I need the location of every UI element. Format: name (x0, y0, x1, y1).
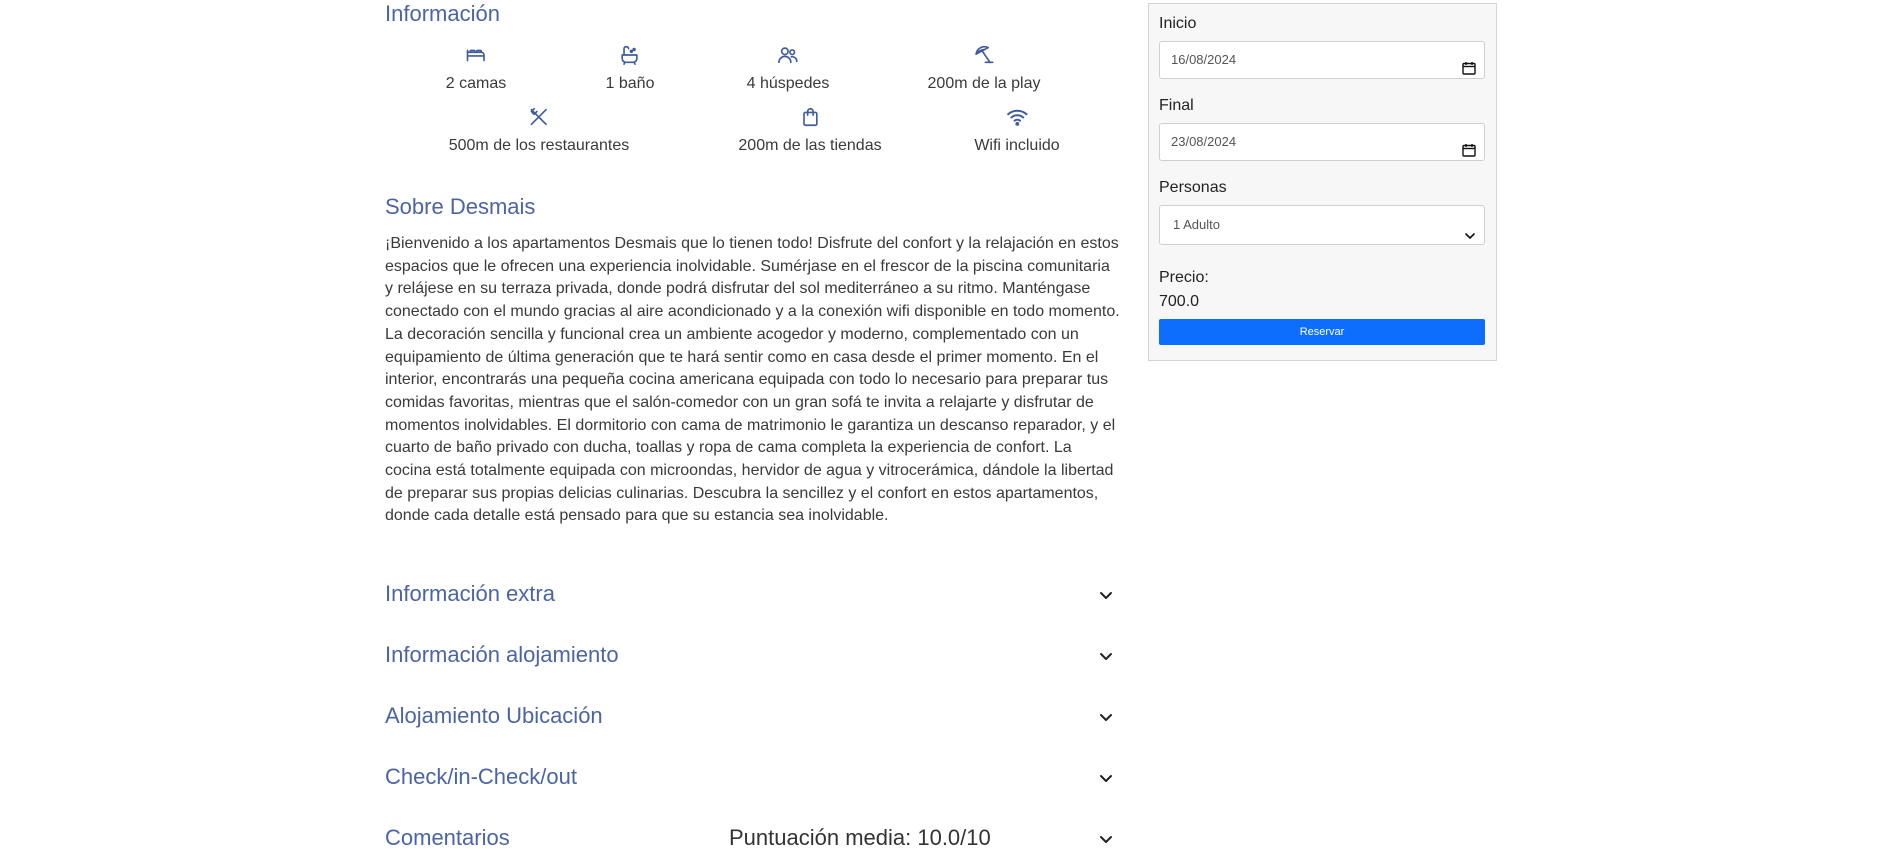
chevron-down-icon[interactable] (1098, 587, 1114, 603)
chevron-down-icon[interactable] (1098, 648, 1114, 664)
accordion-comments[interactable]: Comentarios Puntuación media: 10.0/10 (385, 825, 1120, 849)
persons-value: 1 Adulto (1173, 217, 1220, 232)
amenity-beach: 200m de la play (927, 43, 1041, 93)
start-date-value: 16/08/2024 (1171, 52, 1237, 67)
accordion-accommodation-info[interactable]: Información alojamiento (385, 642, 1120, 672)
average-rating: Puntuación media: 10.0/10 (729, 825, 991, 849)
accordion-extra-info-label: Información extra (385, 581, 555, 606)
amenity-beds-label: 2 camas (445, 75, 507, 92)
start-date-input[interactable]: 16/08/2024 (1159, 41, 1485, 79)
calendar-icon[interactable] (1462, 53, 1476, 75)
amenity-shops: 200m de las tiendas (738, 105, 882, 155)
accordion-extra-info[interactable]: Información extra (385, 581, 1120, 611)
persons-select[interactable]: 1 Adulto (1159, 205, 1485, 245)
chevron-down-icon[interactable] (1098, 709, 1114, 725)
amenity-wifi: Wifi incluido (974, 105, 1060, 155)
accordion-checkin-checkout-label: Check/in-Check/out (385, 764, 577, 789)
amenity-bath: 1 baño (605, 43, 655, 93)
end-date-input[interactable]: 23/08/2024 (1159, 123, 1485, 161)
chevron-down-icon[interactable] (1098, 770, 1114, 786)
amenity-beds: 2 camas (446, 43, 506, 93)
beach-umbrella-icon (972, 43, 996, 67)
amenity-restaurants: 500m de los restaurantes (448, 105, 630, 155)
end-date-value: 23/08/2024 (1171, 134, 1237, 149)
shopping-bag-icon (798, 105, 822, 129)
accordion-location-label: Alojamiento Ubicación (385, 703, 603, 728)
persons-label: Personas (1159, 179, 1227, 196)
accordion-checkin-checkout[interactable]: Check/in-Check/out (385, 764, 1120, 794)
bathtub-icon (618, 43, 642, 67)
price-value: 700.0 (1159, 293, 1200, 310)
restaurant-icon (527, 105, 551, 129)
chevron-down-icon (1464, 219, 1476, 239)
accordion-accommodation-info-label: Información alojamiento (385, 642, 619, 667)
wifi-icon (1005, 105, 1029, 129)
amenity-wifi-label: Wifi incluido (974, 137, 1060, 154)
bed-icon (464, 43, 488, 67)
about-description: ¡Bienvenido a los apartamentos Desmais q… (385, 235, 1120, 525)
accordion-location[interactable]: Alojamiento Ubicación (385, 703, 1120, 733)
amenity-shops-label: 200m de las tiendas (738, 137, 882, 154)
about-title: Sobre Desmais (385, 194, 536, 219)
booking-panel: Inicio 16/08/2024 Final 23/08/2024 Perso… (1148, 3, 1497, 361)
page: Información 2 camas 1 baño 4 húspedes 20… (0, 0, 1889, 849)
guests-icon (776, 43, 800, 67)
amenity-guests-label: 4 húspedes (746, 75, 830, 92)
calendar-icon[interactable] (1462, 135, 1476, 157)
chevron-down-icon[interactable] (1098, 831, 1114, 847)
amenity-restaurants-label: 500m de los restaurantes (448, 137, 630, 154)
reserve-button[interactable]: Reservar (1159, 319, 1485, 345)
amenity-bath-label: 1 baño (605, 75, 655, 92)
amenity-beach-label: 200m de la play (927, 75, 1041, 92)
start-date-label: Inicio (1159, 15, 1197, 32)
price-label: Precio: (1159, 269, 1209, 286)
accordion-comments-label: Comentarios (385, 825, 510, 849)
info-title: Información (385, 1, 500, 26)
end-date-label: Final (1159, 97, 1194, 114)
amenity-guests: 4 húspedes (746, 43, 830, 93)
